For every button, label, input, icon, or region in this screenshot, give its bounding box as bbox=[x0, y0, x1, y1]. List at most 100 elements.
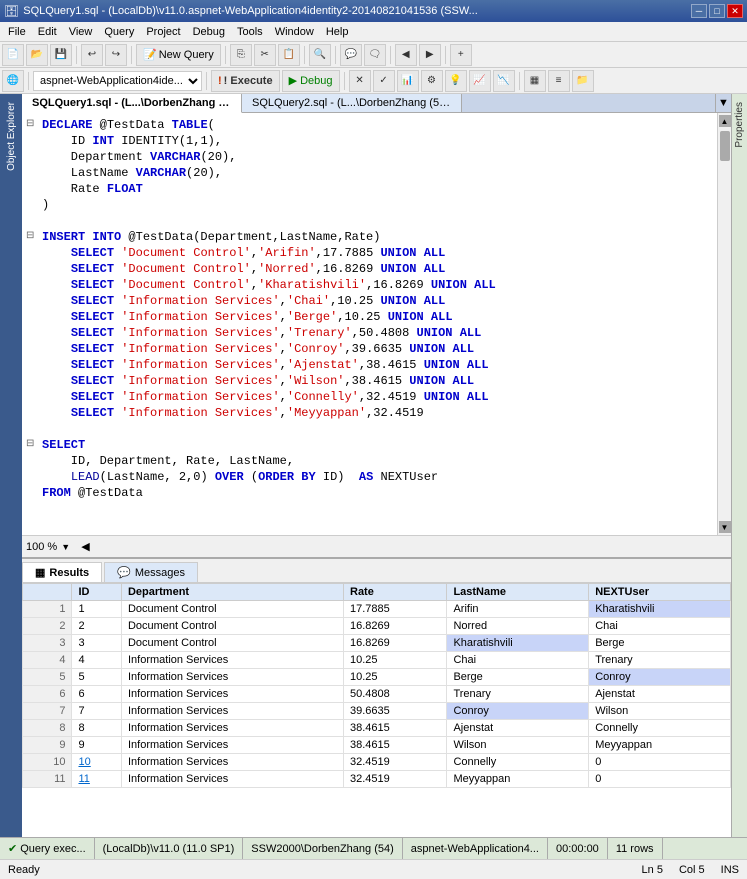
cell-id: 2 bbox=[72, 618, 121, 635]
bottom-ready: Ready bbox=[8, 864, 40, 876]
menu-bar: File Edit View Query Project Debug Tools… bbox=[0, 22, 747, 42]
menu-tools[interactable]: Tools bbox=[231, 24, 269, 40]
debug-button[interactable]: ▶ Debug bbox=[282, 70, 340, 92]
results-to-file-button[interactable]: 📁 bbox=[572, 70, 594, 92]
undo-button[interactable]: ↩ bbox=[81, 44, 103, 66]
uncomment-button[interactable]: 🗨 bbox=[364, 44, 386, 66]
app-icon: 🗄 bbox=[4, 4, 19, 18]
cell-nextuser: Trenary bbox=[589, 652, 731, 669]
scroll-thumb[interactable] bbox=[720, 131, 730, 161]
cell-id[interactable]: 11 bbox=[72, 771, 121, 788]
cell-rownum: 3 bbox=[23, 635, 72, 652]
menu-project[interactable]: Project bbox=[140, 24, 186, 40]
object-explorer-label[interactable]: Object Explorer bbox=[2, 94, 21, 179]
display-est-plan-button[interactable]: 📊 bbox=[397, 70, 419, 92]
cc-s4: SELECT 'Information Services','Chai',10.… bbox=[42, 293, 445, 309]
cell-rate: 16.8269 bbox=[344, 618, 447, 635]
cell-id: 7 bbox=[72, 703, 121, 720]
results-to-grid-button[interactable]: ▦ bbox=[524, 70, 546, 92]
code-line-s5: SELECT 'Information Services','Berge',10… bbox=[26, 309, 713, 325]
comment-button[interactable]: 💬 bbox=[340, 44, 362, 66]
copy-button[interactable]: ⎘ bbox=[230, 44, 252, 66]
cell-rownum: 7 bbox=[23, 703, 72, 720]
save-button[interactable]: 💾 bbox=[50, 44, 72, 66]
results-tabs: ▦ Results 💬 Messages bbox=[22, 559, 731, 583]
status-db: aspnet-WebApplication4... bbox=[403, 838, 548, 859]
zoom-arrow-left[interactable]: ◀ bbox=[81, 540, 89, 553]
close-button[interactable]: ✕ bbox=[727, 4, 743, 18]
new-query-button[interactable]: 📝 New Query bbox=[136, 44, 221, 66]
forward-button[interactable]: ▶ bbox=[419, 44, 441, 66]
cell-id: 3 bbox=[72, 635, 121, 652]
scroll-down-button[interactable]: ▼ bbox=[719, 521, 731, 533]
menu-query[interactable]: Query bbox=[98, 24, 140, 40]
cancel-button[interactable]: ✕ bbox=[349, 70, 371, 92]
col-header-nextuser[interactable]: NEXTUser bbox=[589, 584, 731, 601]
menu-edit[interactable]: Edit bbox=[32, 24, 63, 40]
cc-lead: LEAD(LastName, 2,0) OVER (ORDER BY ID) A… bbox=[42, 469, 438, 485]
cell-nextuser: Conroy bbox=[589, 669, 731, 686]
toolbar-1: 📄 📂 💾 ↩ ↪ 📝 New Query ⎘ ✂ 📋 🔍 💬 🗨 ◀ ▶ + bbox=[0, 42, 747, 68]
main-area: Object Explorer SQLQuery1.sql - (L...\Do… bbox=[0, 94, 747, 837]
database-dropdown[interactable]: aspnet-WebApplication4ide... bbox=[33, 71, 202, 91]
code-line-blank2 bbox=[26, 421, 713, 437]
cell-id: 5 bbox=[72, 669, 121, 686]
new-file-button[interactable]: 📄 bbox=[2, 44, 24, 66]
scroll-up-button[interactable]: ▲ bbox=[719, 115, 731, 127]
results-tab-messages-label: Messages bbox=[135, 567, 185, 579]
cell-rownum: 8 bbox=[23, 720, 72, 737]
tab-sqlquery2[interactable]: SQLQuery2.sql - (L...\DorbenZhang (55))* bbox=[242, 94, 462, 112]
cc-s11: SELECT 'Information Services','Meyyappan… bbox=[42, 405, 424, 421]
tb2-sep1 bbox=[28, 72, 29, 90]
col-header-lastname[interactable]: LastName bbox=[447, 584, 589, 601]
cc-s9: SELECT 'Information Services','Wilson',3… bbox=[42, 373, 474, 389]
cell-id[interactable]: 10 bbox=[72, 754, 121, 771]
object-explorer-button[interactable]: 🌐 bbox=[2, 70, 24, 92]
tab-sqlquery1[interactable]: SQLQuery1.sql - (L...\DorbenZhang (54))* bbox=[22, 94, 242, 113]
query-options-button[interactable]: ⚙ bbox=[421, 70, 443, 92]
results-content[interactable]: ID Department Rate LastName NEXTUser 11 D… bbox=[22, 583, 731, 837]
menu-window[interactable]: Window bbox=[269, 24, 320, 40]
intellisense-button[interactable]: 💡 bbox=[445, 70, 467, 92]
cell-rate: 32.4519 bbox=[344, 771, 447, 788]
results-area: ▦ Results 💬 Messages ID Department Rat bbox=[22, 557, 731, 837]
open-button[interactable]: 📂 bbox=[26, 44, 48, 66]
col-header-dept[interactable]: Department bbox=[121, 584, 343, 601]
find-button[interactable]: 🔍 bbox=[309, 44, 331, 66]
add-solution-button[interactable]: + bbox=[450, 44, 472, 66]
zoom-spacer bbox=[74, 541, 77, 553]
code-line-s1: SELECT 'Document Control','Arifin',17.78… bbox=[26, 245, 713, 261]
col-header-id[interactable]: ID bbox=[72, 584, 121, 601]
execute-icon: ! bbox=[218, 75, 222, 87]
zoom-dropdown-icon[interactable]: ▼ bbox=[61, 542, 70, 552]
back-button[interactable]: ◀ bbox=[395, 44, 417, 66]
menu-file[interactable]: File bbox=[2, 24, 32, 40]
col-header-rate[interactable]: Rate bbox=[344, 584, 447, 601]
cut-button[interactable]: ✂ bbox=[254, 44, 276, 66]
code-editor[interactable]: ⊟ DECLARE @TestData TABLE( ID INT IDENTI… bbox=[22, 113, 717, 535]
menu-debug[interactable]: Debug bbox=[187, 24, 231, 40]
menu-help[interactable]: Help bbox=[320, 24, 355, 40]
tab-bar-end bbox=[462, 94, 715, 112]
maximize-button[interactable]: □ bbox=[709, 4, 725, 18]
minimize-button[interactable]: ─ bbox=[691, 4, 707, 18]
cell-dept: Document Control bbox=[121, 601, 343, 618]
title-bar-text: 🗄 SQLQuery1.sql - (LocalDb)\v11.0.aspnet… bbox=[4, 4, 478, 18]
tab-dropdown-button[interactable]: ▼ bbox=[715, 94, 731, 112]
paste-button[interactable]: 📋 bbox=[278, 44, 300, 66]
results-to-text-button[interactable]: ≡ bbox=[548, 70, 570, 92]
redo-button[interactable]: ↪ bbox=[105, 44, 127, 66]
menu-view[interactable]: View bbox=[63, 24, 99, 40]
results-tab-results[interactable]: ▦ Results bbox=[22, 562, 102, 582]
execute-button[interactable]: ! ! Execute bbox=[211, 70, 280, 92]
status-rows: 11 rows bbox=[608, 838, 663, 859]
code-line-s7: SELECT 'Information Services','Conroy',3… bbox=[26, 341, 713, 357]
include-client-stats-button[interactable]: 📉 bbox=[493, 70, 515, 92]
include-actual-plan-button[interactable]: 📈 bbox=[469, 70, 491, 92]
results-tab-messages[interactable]: 💬 Messages bbox=[104, 562, 198, 582]
parse-button[interactable]: ✓ bbox=[373, 70, 395, 92]
status-bar-query: ✔ Query exec... (LocalDb)\v11.0 (11.0 SP… bbox=[0, 837, 747, 859]
editor-vscrollbar[interactable]: ▲ ▼ bbox=[717, 113, 731, 535]
properties-label[interactable]: Properties bbox=[732, 94, 747, 156]
table-row: 1010Information Services32.4519Connelly0 bbox=[23, 754, 731, 771]
